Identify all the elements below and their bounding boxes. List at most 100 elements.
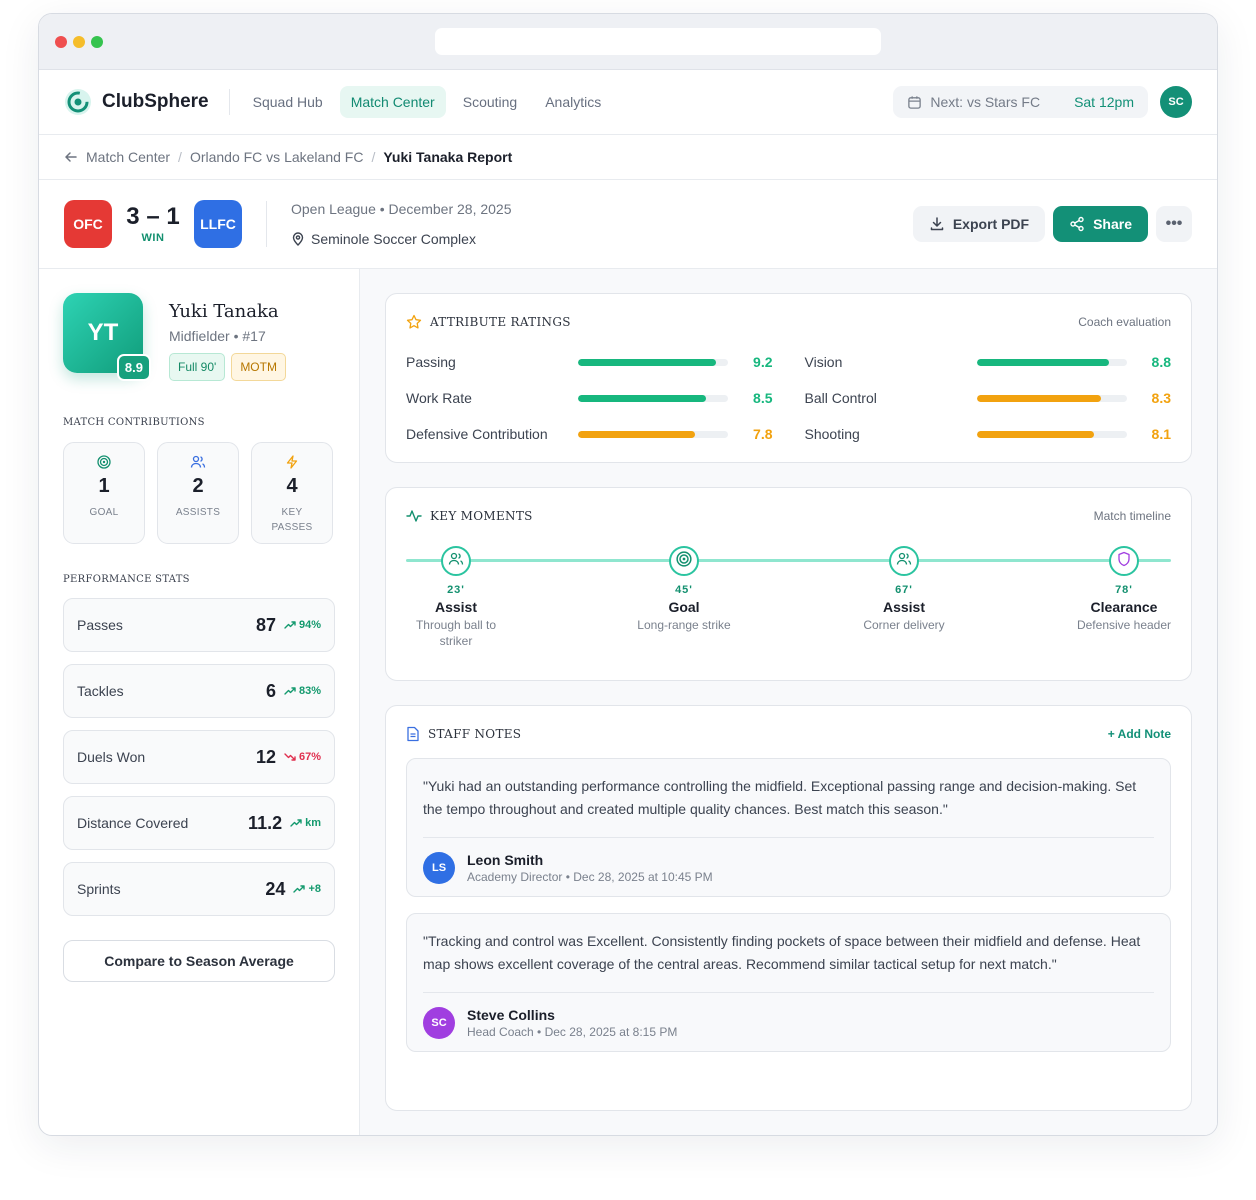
rating-label: Ball Control: [804, 390, 877, 406]
nav-link-squad-hub[interactable]: Squad Hub: [242, 86, 334, 118]
staff-notes-card: STAFF NOTES + Add Note "Yuki had an outs…: [385, 705, 1192, 1111]
stat-value: 11.2: [248, 812, 283, 833]
stat-trend: +8: [293, 883, 321, 895]
breadcrumb-match[interactable]: Orlando FC vs Lakeland FC: [190, 149, 364, 165]
home-team-badge: OFC: [64, 200, 112, 248]
breadcrumb-match-center[interactable]: Match Center: [86, 149, 170, 165]
breadcrumb-current: Yuki Tanaka Report: [383, 149, 513, 165]
venue-name: Seminole Soccer Complex: [311, 231, 476, 247]
report-main: ATTRIBUTE RATINGS Coach evaluation Passi…: [360, 269, 1217, 1135]
moments-title: KEY MOMENTS: [430, 509, 533, 523]
stat-trend-value: 83%: [298, 685, 321, 697]
stat-value: 12: [255, 746, 276, 767]
user-avatar[interactable]: SC: [1160, 86, 1192, 118]
rating-row: Defensive Contribution 7.8: [406, 416, 773, 452]
moment-minute: 23': [447, 584, 465, 596]
match-competition-date: Open League • December 28, 2025: [291, 201, 512, 217]
nav-link-analytics[interactable]: Analytics: [534, 86, 612, 118]
match-meta: Open League • December 28, 2025 Seminole…: [266, 201, 512, 247]
rating-row: Shooting 8.1: [805, 416, 1172, 452]
report-body: YT 8.9 Yuki Tanaka Midfielder • #17 Full…: [39, 269, 1217, 1135]
moment-type: Goal: [668, 599, 700, 615]
timeline-moment[interactable]: 45' Goal Long-range strike: [624, 546, 744, 633]
moment-marker[interactable]: [1109, 546, 1139, 576]
moment-minute: 67': [895, 584, 913, 596]
card-header: STAFF NOTES + Add Note: [406, 726, 1171, 742]
stat-row-distance: Distance Covered 11.2 km: [63, 796, 335, 850]
moment-marker[interactable]: [669, 546, 699, 576]
share-icon: [1070, 216, 1084, 232]
rating-bar: [578, 430, 728, 438]
player-position: Midfielder • #17: [169, 328, 266, 344]
export-pdf-label: Export PDF: [952, 216, 1030, 232]
staff-note: "Yuki had an outstanding performance con…: [406, 758, 1171, 897]
rating-row: Ball Control 8.3: [805, 380, 1172, 416]
maximize-window-dot[interactable]: [91, 36, 103, 48]
rating-label: Vision: [804, 354, 843, 370]
moment-description: Defensive header: [1076, 618, 1172, 632]
card-header: KEY MOMENTS Match timeline: [406, 508, 1171, 524]
moments-subtitle: Match timeline: [1093, 509, 1171, 523]
rating-value: 9.2: [753, 354, 773, 370]
timeline-moment[interactable]: 78' Clearance Defensive header: [1064, 546, 1184, 633]
users-icon: [190, 455, 206, 468]
users-icon: [896, 552, 912, 571]
timeline-moment[interactable]: 23' Assist Through ball to striker: [396, 546, 516, 649]
player-tags: Full 90' MOTM: [169, 353, 286, 381]
nav-link-scouting[interactable]: Scouting: [452, 86, 528, 118]
contribution-value: 4: [286, 475, 298, 497]
minimize-window-dot[interactable]: [73, 36, 85, 48]
performance-title: Performance Stats: [63, 574, 190, 585]
browser-window: ClubSphere Squad Hub Match Center Scouti…: [38, 13, 1218, 1136]
shield-icon: [1117, 551, 1131, 572]
close-window-dot[interactable]: [55, 36, 67, 48]
note-author: SC Steve Collins Head Coach • Dec 28, 20…: [423, 1007, 1154, 1039]
breadcrumb-separator: /: [178, 149, 182, 165]
stat-trend: 83%: [284, 685, 321, 697]
notes-title: STAFF NOTES: [428, 727, 522, 741]
lightning-icon: [286, 455, 298, 469]
timeline-moment[interactable]: 67' Assist Corner delivery: [844, 546, 964, 633]
share-button[interactable]: Share: [1053, 206, 1148, 242]
staff-note: "Tracking and control was Excellent. Con…: [406, 913, 1171, 1052]
player-avatar: YT 8.9: [63, 293, 151, 381]
more-options-button[interactable]: •••: [1156, 206, 1192, 242]
contribution-goal: 1 GOAL: [63, 442, 145, 544]
match-actions: Export PDF Share •••: [912, 206, 1192, 242]
attribute-ratings-card: ATTRIBUTE RATINGS Coach evaluation Passi…: [385, 293, 1192, 463]
score-value: 3 – 1: [126, 203, 180, 230]
stat-trend: 67%: [284, 751, 321, 763]
contribution-key-passes: 4 KEY PASSES: [251, 442, 333, 544]
brand[interactable]: ClubSphere: [64, 89, 230, 115]
back-arrow-icon[interactable]: [64, 150, 78, 164]
moment-description: Long-range strike: [637, 618, 731, 632]
next-match-pill[interactable]: Next: vs Stars FC Sat 12pm: [893, 86, 1148, 118]
rating-bar-fill: [976, 358, 1109, 366]
address-bar[interactable]: [435, 28, 881, 55]
clubsphere-logo-icon: [65, 89, 91, 115]
add-note-button[interactable]: + Add Note: [1108, 727, 1171, 741]
moment-type: Assist: [882, 599, 926, 615]
next-match-time: Sat 12pm: [1074, 94, 1134, 110]
moment-minute: 45': [675, 584, 693, 596]
ratings-subtitle: Coach evaluation: [1078, 315, 1171, 329]
browser-chrome: [39, 14, 1217, 70]
player-card: YT 8.9 Yuki Tanaka Midfielder • #17 Full…: [63, 293, 335, 381]
compare-season-button[interactable]: Compare to Season Average: [63, 940, 335, 982]
brand-name: ClubSphere: [102, 91, 209, 112]
nav-link-match-center[interactable]: Match Center: [339, 86, 446, 118]
moment-marker[interactable]: [441, 546, 471, 576]
document-icon: [407, 726, 419, 742]
contributions-list: 1 GOAL 2 ASSISTS 4 KEY PASSES: [63, 442, 335, 544]
rating-bar: [976, 430, 1127, 438]
export-pdf-button[interactable]: Export PDF: [912, 206, 1046, 242]
moment-marker[interactable]: [889, 546, 919, 576]
rating-bar: [976, 358, 1127, 366]
rating-label: Defensive Contribution: [406, 426, 548, 442]
contribution-label: ASSISTS: [175, 507, 221, 518]
contribution-label: GOAL: [89, 507, 119, 518]
player-rating-badge: 8.9: [116, 354, 151, 381]
contribution-assists: 2 ASSISTS: [157, 442, 239, 544]
stat-trend-value: 67%: [298, 751, 321, 763]
rating-label: Work Rate: [406, 390, 472, 406]
